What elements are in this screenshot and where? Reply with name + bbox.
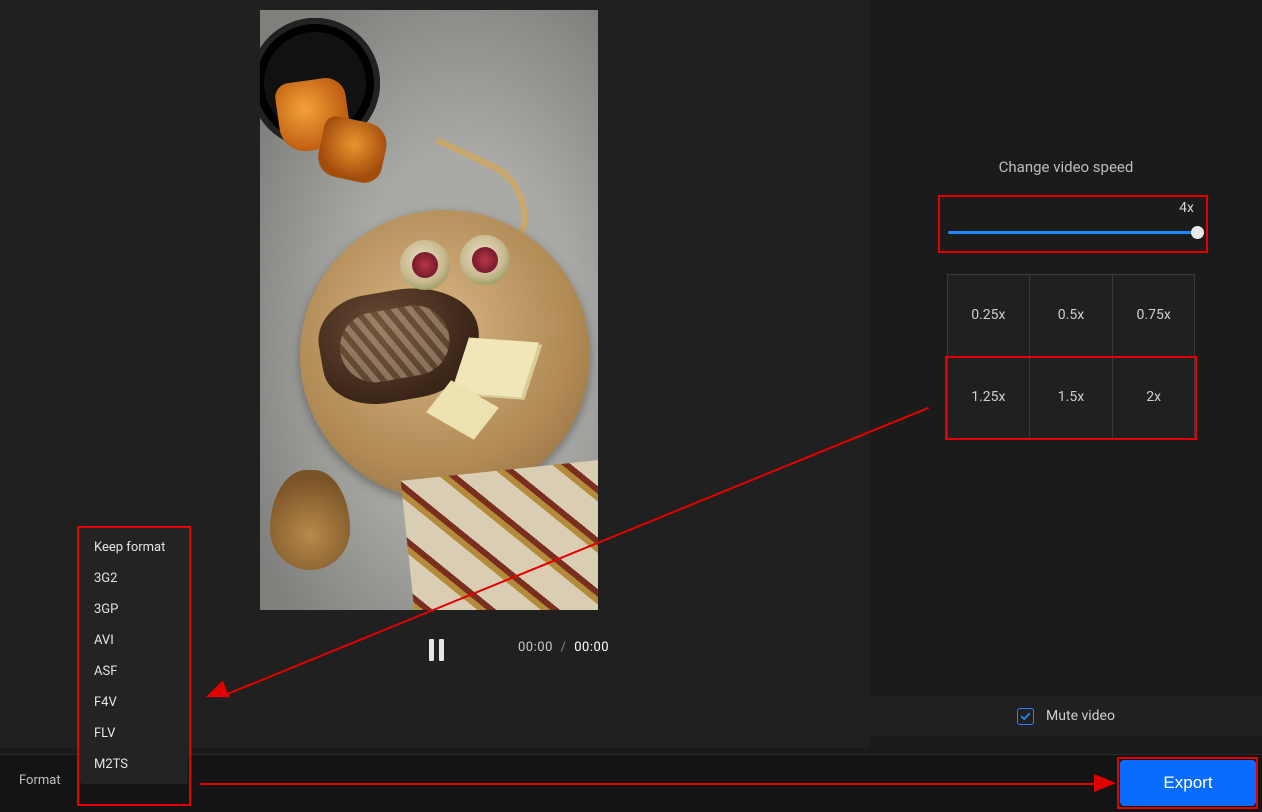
mute-row: Mute video <box>870 696 1262 736</box>
pause-button[interactable] <box>422 636 450 664</box>
speed-preset[interactable]: 1.5x <box>1029 356 1113 439</box>
speed-slider[interactable] <box>948 231 1198 234</box>
speed-preset[interactable]: 0.5x <box>1029 274 1113 357</box>
export-button[interactable]: Export <box>1120 760 1256 806</box>
speed-slider-box: 4x <box>940 196 1206 252</box>
format-option[interactable]: M2TS <box>80 749 188 780</box>
time-duration: 00:00 <box>574 640 609 655</box>
format-label: Format <box>19 773 61 788</box>
format-option[interactable]: AVI <box>80 625 188 656</box>
check-icon <box>1020 711 1031 722</box>
format-option[interactable]: Keep format <box>80 532 188 563</box>
format-option[interactable]: F4V <box>80 687 188 718</box>
mute-label: Mute video <box>1046 708 1115 724</box>
speed-preset[interactable]: 0.75x <box>1112 274 1196 357</box>
timecode: 00:00 / 00:00 <box>518 640 609 655</box>
speed-preset[interactable]: 0.25x <box>947 274 1031 357</box>
format-option[interactable]: ASF <box>80 656 188 687</box>
speed-slider-value: 4x <box>1179 200 1194 216</box>
format-option[interactable]: 3GP <box>80 594 188 625</box>
speed-panel-title: Change video speed <box>870 158 1262 176</box>
format-option[interactable]: 3G2 <box>80 563 188 594</box>
mute-checkbox[interactable] <box>1017 708 1034 725</box>
bottom-bar: Format Export <box>0 754 1262 812</box>
format-option[interactable]: FLV <box>80 718 188 749</box>
video-canvas[interactable] <box>260 10 598 610</box>
time-current: 00:00 <box>518 640 553 655</box>
format-dropdown-menu[interactable]: Keep format 3G2 3GP AVI ASF F4V FLV M2TS <box>80 528 188 784</box>
speed-preset[interactable]: 2x <box>1112 356 1196 439</box>
speed-preset-grid: 0.25x 0.5x 0.75x 1.25x 1.5x 2x <box>947 274 1195 438</box>
time-separator: / <box>561 640 567 655</box>
slider-thumb[interactable] <box>1191 226 1204 239</box>
speed-preset[interactable]: 1.25x <box>947 356 1031 439</box>
